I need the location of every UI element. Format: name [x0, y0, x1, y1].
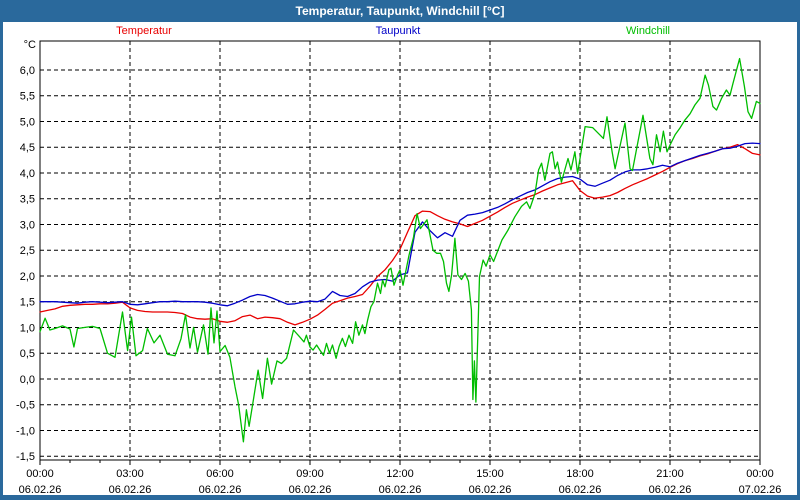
x-tick-date-label: 06.02.26	[289, 484, 332, 496]
y-tick-label: -0,5	[16, 400, 35, 412]
x-tick-date-label: 06.02.26	[199, 484, 242, 496]
y-tick-label: 0,5	[20, 348, 35, 360]
y-unit-label: °C	[24, 39, 36, 51]
y-tick-label: 6,0	[20, 65, 35, 77]
x-tick-time-label: 18:00	[566, 468, 594, 480]
x-tick-time-label: 15:00	[476, 468, 504, 480]
x-tick-date-label: 06.02.26	[379, 484, 422, 496]
x-tick-time-label: 00:00	[26, 468, 54, 480]
y-tick-label: 2,0	[20, 271, 35, 283]
series-temperatur	[39, 143, 761, 326]
y-tick-label: 4,5	[20, 142, 35, 154]
x-tick-time-label: 03:00	[116, 468, 144, 480]
y-tick-label: 1,5	[20, 297, 35, 309]
x-tick-time-label: 12:00	[386, 468, 414, 480]
x-tick-time-label: 21:00	[656, 468, 684, 480]
x-tick-date-label: 06.02.26	[469, 484, 512, 496]
chart-canvas: -1,5 -1,0 -0,5 0,0 0,5 1,0 1,5 2,0 2,5 3,0 3,5 4,0 4…	[16, 39, 782, 496]
y-tick-label: 0,0	[20, 374, 35, 386]
x-tick-date-label: 06.02.26	[19, 484, 62, 496]
y-tick-label: -1,5	[16, 451, 35, 463]
x-tick-date-label: 07.02.26	[739, 484, 782, 496]
legend-taupunkt: Taupunkt	[375, 25, 421, 37]
legend-windchill: Windchill	[625, 25, 671, 37]
x-tick-date-label: 06.02.26	[649, 484, 692, 496]
y-tick-label: -1,0	[16, 425, 35, 437]
x-tick-time-label: 06:00	[206, 468, 234, 480]
y-tick-label: 1,0	[20, 322, 35, 334]
x-tick-time-label: 09:00	[296, 468, 324, 480]
x-axis-ticks	[39, 460, 761, 465]
x-tick-date-label: 06.02.26	[109, 484, 152, 496]
x-tick-time-label: 00:00	[746, 468, 774, 480]
y-tick-label: 3,5	[20, 194, 35, 206]
y-tick-label: 5,5	[20, 91, 35, 103]
legend-temperatur: Temperatur	[116, 25, 172, 37]
y-tick-label: 2,5	[20, 245, 35, 257]
y-tick-label: 3,0	[20, 219, 35, 231]
x-tick-date-label: 06.02.26	[559, 484, 602, 496]
y-tick-label: 4,0	[20, 168, 35, 180]
y-tick-label: 5,0	[20, 116, 35, 128]
app-window: Temperatur, Taupunkt, Windchill [°C] Tem…	[0, 0, 800, 500]
